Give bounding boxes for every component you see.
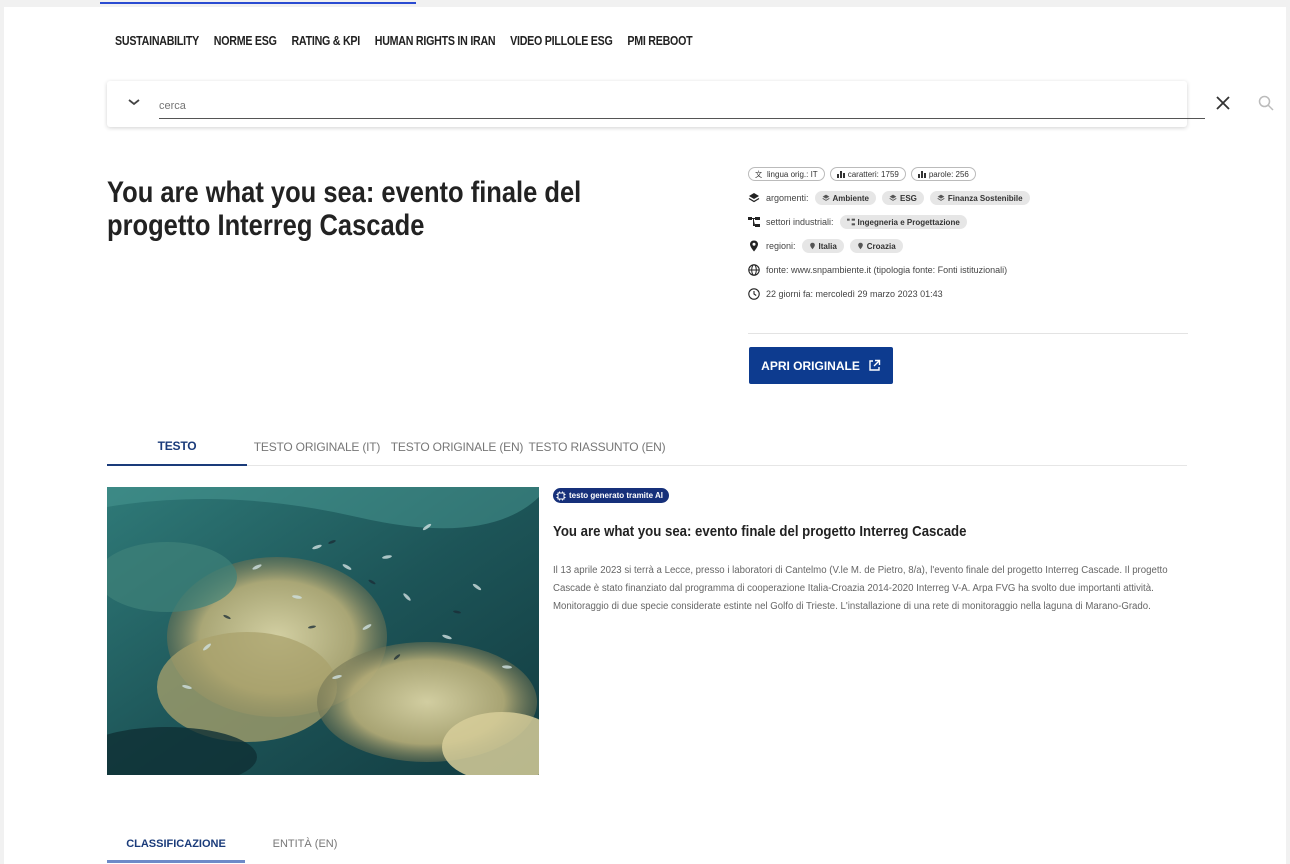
regions-label: regioni:	[766, 241, 796, 251]
topic-chip-esg[interactable]: ESG	[881, 191, 924, 205]
svg-text:文: 文	[755, 170, 762, 179]
top-link-underline	[100, 0, 416, 4]
top-nav: SUSTAINABILITY NORME ESG RATING & KPI HU…	[115, 33, 693, 48]
topic-chip-label: Finanza Sostenibile	[947, 193, 1023, 203]
article-title: You are what you sea: evento finale del …	[107, 176, 582, 242]
topic-chip-label: ESG	[899, 193, 917, 203]
region-chip-label: Croazia	[866, 241, 896, 251]
content-body: Il 13 aprile 2023 si terrà a Lecce, pres…	[553, 565, 1168, 612]
layers-icon	[937, 194, 945, 201]
meta-divider	[748, 333, 1188, 334]
source-text: fonte: www.snpambiente.it (tipologia fon…	[766, 265, 1008, 275]
map-pin-icon	[857, 242, 863, 250]
search-icon[interactable]	[1257, 94, 1275, 112]
characters-chip: caratteri: 1759	[829, 167, 906, 181]
search-bar	[107, 81, 1274, 127]
language-chip-label: lingua orig.: IT	[767, 169, 818, 179]
sectors-row: settori industriali: Ingegneria e Proget…	[748, 214, 1188, 230]
region-chip-croazia[interactable]: Croazia	[849, 239, 903, 253]
topic-chip-label: Ambiente	[832, 193, 869, 203]
layers-icon	[748, 193, 760, 203]
hierarchy-icon	[846, 218, 855, 226]
nav-item-human-rights-iran[interactable]: HUMAN RIGHTS IN IRAN	[375, 33, 496, 48]
analysis-tabs: CLASSIFICAZIONE ENTITÀ (EN)	[107, 826, 1187, 864]
source-row: fonte: www.snpambiente.it (tipologia fon…	[748, 262, 1188, 278]
tab-classificazione[interactable]: CLASSIFICAZIONE	[107, 826, 245, 862]
article-image	[107, 487, 539, 775]
nav-item-rating-kpi[interactable]: RATING & KPI	[291, 33, 360, 48]
topic-chip-ambiente[interactable]: Ambiente	[814, 191, 876, 205]
stats-chips: 文 lingua orig.: IT caratteri: 1759 parol…	[748, 166, 1188, 182]
translate-icon: 文	[755, 170, 762, 179]
bar-chart-icon	[836, 171, 845, 178]
search-input[interactable]	[159, 93, 1205, 119]
external-link-icon	[869, 359, 881, 371]
map-pin-icon	[750, 240, 758, 252]
meta-panel: 文 lingua orig.: IT caratteri: 1759 parol…	[748, 166, 1188, 302]
layers-icon	[889, 194, 897, 201]
content-title: You are what you sea: evento finale del …	[553, 523, 967, 540]
characters-chip-label: caratteri: 1759	[847, 169, 899, 179]
sectors-label: settori industriali:	[766, 217, 834, 227]
nav-item-video-pillole-esg[interactable]: VIDEO PILLOLE ESG	[510, 33, 613, 48]
bar-chart-icon	[917, 171, 926, 178]
regions-row: regioni: Italia Croazia	[748, 238, 1188, 254]
date-text: 22 giorni fa: mercoledì 29 marzo 2023 01…	[766, 289, 943, 299]
clock-icon	[748, 288, 760, 300]
sector-chip-label: Ingegneria e Progettazione	[857, 217, 960, 227]
date-row: 22 giorni fa: mercoledì 29 marzo 2023 01…	[748, 286, 1188, 302]
topics-row: argomenti: Ambiente ESG Finanza Sostenib…	[748, 190, 1188, 206]
layers-icon	[821, 194, 830, 201]
nav-item-pmi-reboot[interactable]: PMI REBOOT	[627, 33, 692, 48]
language-chip: 文 lingua orig.: IT	[748, 167, 825, 181]
active-tab-indicator	[107, 860, 245, 863]
close-icon[interactable]	[1214, 94, 1232, 112]
map-pin-icon	[809, 242, 815, 250]
open-original-button[interactable]: APRI ORIGINALE	[749, 347, 893, 384]
content-tabs: TESTO TESTO ORIGINALE (IT) TESTO ORIGINA…	[107, 428, 1187, 466]
sector-chip-ingegneria[interactable]: Ingegneria e Progettazione	[839, 215, 967, 229]
tab-entita-en[interactable]: ENTITÀ (EN)	[245, 826, 365, 862]
region-chip-label: Italia	[818, 241, 837, 251]
tab-testo-riassunto-en[interactable]: TESTO RIASSUNTO (EN)	[527, 428, 667, 466]
tab-testo[interactable]: TESTO	[107, 428, 247, 466]
topic-chip-finanza-sostenibile[interactable]: Finanza Sostenibile	[929, 191, 1030, 205]
tab-testo-originale-it[interactable]: TESTO ORIGINALE (IT)	[247, 428, 387, 466]
nav-item-norme-esg[interactable]: NORME ESG	[214, 33, 277, 48]
nav-item-sustainability[interactable]: SUSTAINABILITY	[115, 33, 199, 48]
open-original-label: APRI ORIGINALE	[761, 358, 860, 373]
region-chip-italia[interactable]: Italia	[801, 239, 844, 253]
ai-chip-icon	[556, 491, 566, 500]
words-chip: parole: 256	[910, 167, 976, 181]
topics-label: argomenti:	[766, 193, 809, 203]
ai-generated-badge: testo generato tramite AI	[553, 488, 669, 503]
tab-testo-originale-en[interactable]: TESTO ORIGINALE (EN)	[387, 428, 527, 466]
ai-badge-label: testo generato tramite AI	[569, 491, 663, 500]
coral-reef-photo	[107, 487, 539, 775]
words-chip-label: parole: 256	[928, 169, 969, 179]
hierarchy-icon	[748, 217, 760, 227]
chevron-down-icon[interactable]	[126, 94, 142, 110]
globe-icon	[748, 264, 760, 276]
